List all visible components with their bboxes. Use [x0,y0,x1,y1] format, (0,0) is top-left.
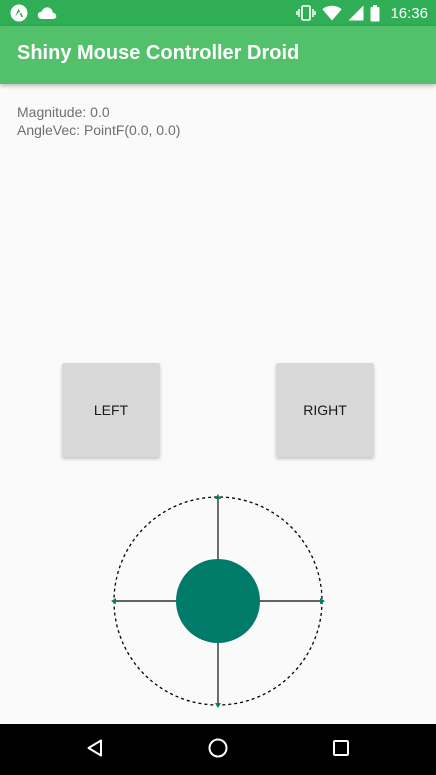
status-bar: 16:36 [0,0,436,26]
screen: 16:36 Shiny Mouse Controller Droid Magni… [0,0,436,775]
navigation-bar [0,724,436,775]
joystick-knob[interactable] [176,559,260,643]
recents-icon [332,739,350,762]
battery-icon [370,4,380,22]
left-button[interactable]: LEFT [62,363,160,457]
vibrate-icon [296,5,317,21]
app-title: Shiny Mouse Controller Droid [17,42,300,64]
back-button[interactable] [82,737,108,763]
right-button[interactable]: RIGHT [276,363,374,457]
home-button[interactable] [205,737,231,763]
arrow-down-icon [215,703,221,708]
home-icon [207,737,229,764]
recents-button[interactable] [328,737,354,763]
joystick[interactable] [108,491,328,711]
anglevec-text: AngleVec: PointF(0.0, 0.0) [17,122,181,138]
status-right: 16:36 [296,3,428,23]
app-bar: Shiny Mouse Controller Droid [0,26,436,84]
back-icon [85,738,105,763]
signal-icon [348,5,364,21]
status-left [10,3,57,23]
status-time: 16:36 [390,4,428,22]
app-notification-icon [10,4,28,22]
cloud-icon [37,6,57,20]
magnitude-text: Magnitude: 0.0 [17,104,110,120]
wifi-icon [322,5,343,21]
